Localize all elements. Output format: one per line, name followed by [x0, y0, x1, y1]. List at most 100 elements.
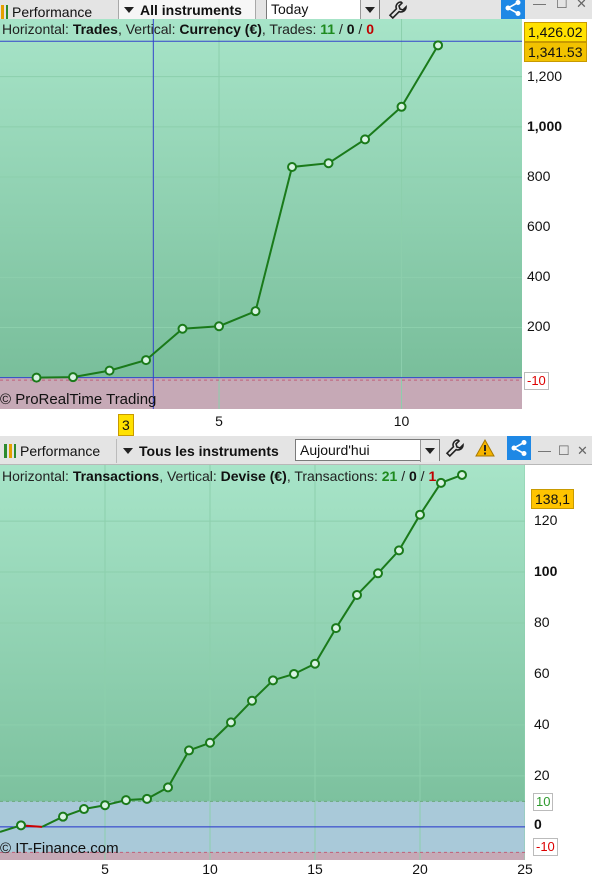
info-h-value: Transactions [72, 468, 160, 484]
caret-down-icon [124, 7, 134, 13]
data-point[interactable] [142, 793, 152, 804]
data-point[interactable] [287, 161, 298, 172]
y-tick-label: 100 [534, 563, 558, 580]
data-point[interactable] [226, 717, 236, 728]
top-value-badge: 138,1 [531, 489, 575, 509]
data-point[interactable] [289, 668, 299, 679]
chart-area-2[interactable] [0, 465, 525, 860]
data-point[interactable] [184, 745, 194, 756]
data-point[interactable] [268, 675, 278, 686]
data-point[interactable] [310, 658, 320, 669]
share-icon[interactable] [501, 0, 525, 20]
instrument-label: All instruments [140, 2, 242, 18]
data-point[interactable] [433, 40, 444, 51]
data-point[interactable] [68, 372, 79, 383]
x-tick-label: 10 [202, 861, 218, 877]
chevron-down-icon[interactable] [360, 0, 379, 21]
y-tick-label: 60 [534, 664, 550, 681]
data-point[interactable] [177, 323, 188, 334]
close-icon[interactable]: ✕ [576, 0, 587, 12]
data-point[interactable] [100, 800, 110, 811]
caret-down-icon [123, 448, 133, 454]
chart-area-1[interactable] [0, 19, 522, 409]
data-point[interactable] [373, 568, 383, 579]
y-tick-label: 400 [527, 268, 551, 285]
candlestick-icon [4, 444, 16, 458]
data-point[interactable] [250, 306, 261, 317]
losses-count: 0 [366, 21, 374, 37]
copyright-1: © ProRealTime Trading [0, 391, 157, 408]
x-tick-label: 5 [215, 413, 223, 429]
maximize-icon[interactable]: ☐ [558, 443, 570, 459]
info-label-t: , Trades: [261, 21, 321, 37]
data-point[interactable] [352, 589, 362, 600]
negative-threshold-badge: -10 [524, 372, 549, 390]
data-point[interactable] [436, 477, 446, 488]
data-point[interactable] [31, 372, 42, 383]
positive-threshold-badge: 10 [533, 793, 554, 811]
warning-icon[interactable] [473, 436, 497, 460]
data-point[interactable] [121, 795, 131, 806]
y-tick-label: 600 [527, 218, 551, 235]
info-sep: / [416, 468, 429, 484]
info-v-value: Devise (€) [220, 468, 287, 484]
period-value: Today [271, 1, 309, 17]
data-point[interactable] [415, 509, 425, 520]
plot-background [0, 19, 522, 409]
x-axis-2[interactable] [0, 860, 525, 883]
x-tick-label: 25 [517, 861, 533, 877]
x-tick-label: 5 [101, 861, 109, 877]
x-tick-label: 10 [393, 413, 410, 429]
data-point[interactable] [104, 365, 115, 376]
data-point[interactable] [331, 623, 341, 634]
performance-title: Performance [20, 443, 101, 459]
x-axis-1[interactable] [0, 409, 522, 436]
data-point[interactable] [457, 469, 467, 480]
y-tick-label: 1,000 [527, 117, 563, 134]
neutral-count: 0 [409, 468, 417, 484]
instrument-selector[interactable]: Tous les instruments [116, 439, 279, 463]
y-tick-label: 40 [534, 715, 550, 732]
info-v-value: Currency (€) [179, 21, 262, 37]
chart-info-2: Horizontal: Transactions, Vertical: Devi… [2, 468, 436, 484]
close-icon[interactable]: ✕ [577, 443, 588, 459]
period-value: Aujourd'hui [300, 442, 370, 458]
share-icon[interactable] [507, 436, 531, 460]
minimize-icon[interactable]: — [538, 443, 551, 458]
instrument-label: Tous les instruments [139, 443, 279, 459]
y-tick-label: 20 [534, 766, 550, 783]
data-point[interactable] [323, 158, 334, 169]
wins-count: 21 [381, 468, 398, 484]
x-tick-label: 15 [307, 861, 323, 877]
data-point[interactable] [214, 321, 225, 332]
data-point[interactable] [141, 355, 152, 366]
chart-panel-2: Performance Tous les instruments Aujourd… [0, 436, 592, 883]
chevron-down-icon[interactable] [420, 440, 439, 462]
data-point[interactable] [163, 782, 173, 793]
data-point[interactable] [247, 695, 257, 706]
copyright-2: © IT-Finance.com [0, 840, 119, 857]
y-tick-label: 1,200 [527, 67, 563, 84]
candlestick-icon [0, 5, 8, 19]
y-tick-label: 200 [527, 318, 551, 335]
performance-menu[interactable]: Performance [4, 439, 100, 463]
data-point[interactable] [396, 101, 407, 112]
cursor-value-badge: 1,341.53 [524, 42, 587, 62]
data-point[interactable] [394, 545, 404, 556]
neutral-count: 0 [346, 21, 355, 37]
data-point[interactable] [205, 737, 215, 748]
info-label-t: , Transactions: [286, 468, 382, 484]
y-tick-label: 800 [527, 168, 551, 184]
data-point[interactable] [16, 820, 26, 831]
wrench-icon[interactable] [443, 436, 467, 460]
data-point[interactable] [58, 811, 68, 822]
maximize-icon[interactable]: ☐ [556, 0, 568, 12]
period-select[interactable]: Today [266, 0, 380, 21]
x-cursor-badge: 3 [118, 414, 134, 436]
period-select[interactable]: Aujourd'hui [295, 439, 440, 462]
data-point[interactable] [79, 804, 89, 815]
performance-title: Performance [12, 4, 93, 20]
data-point[interactable] [360, 134, 371, 145]
chart-panel-1: Performance All instruments Today — ☐ ✕ … [0, 0, 592, 436]
minimize-icon[interactable]: — [533, 0, 546, 11]
